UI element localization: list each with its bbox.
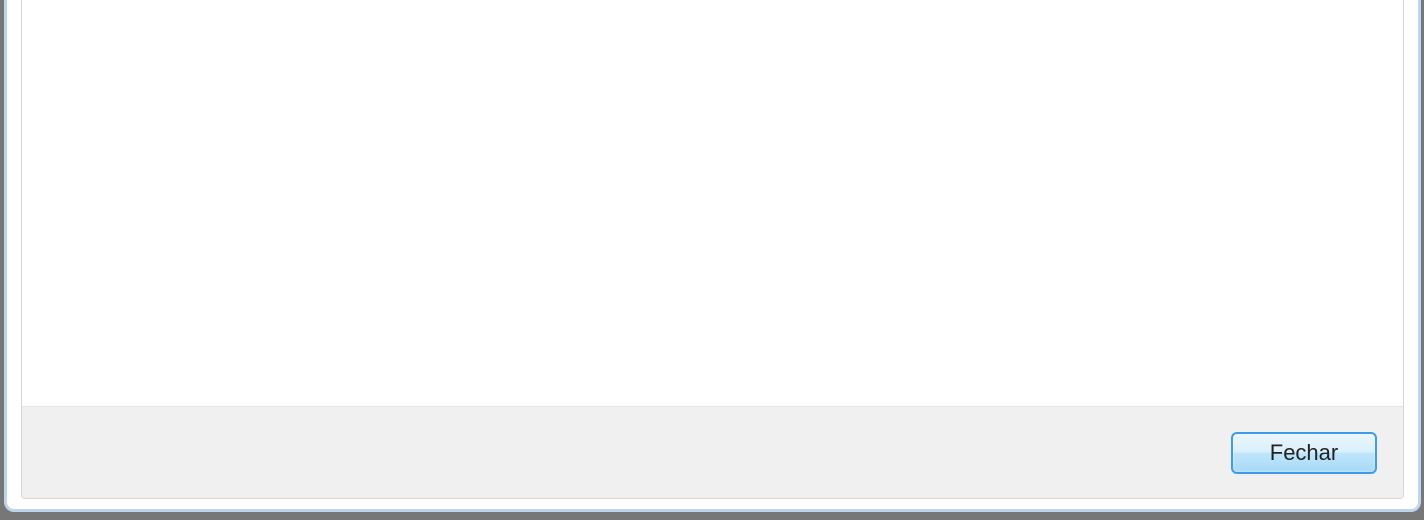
content-panel: [22, 0, 1403, 406]
dialog-body: Fechar: [21, 0, 1404, 499]
dialog-footer: Fechar: [22, 406, 1403, 498]
dialog-window: Fechar: [4, 0, 1421, 512]
close-button[interactable]: Fechar: [1231, 432, 1377, 474]
